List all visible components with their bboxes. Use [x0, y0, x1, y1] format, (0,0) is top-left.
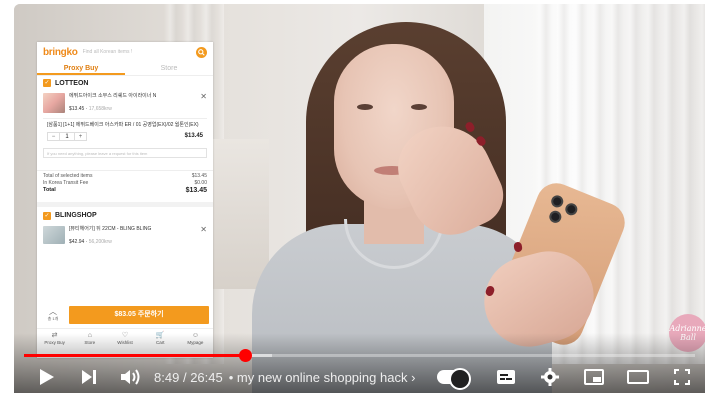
minus-icon[interactable]: − — [48, 133, 59, 140]
subtitles-button[interactable] — [491, 364, 521, 390]
cart-item: 에뛰드아이크 소무스 리쉐드 아이라이너 N $13.45 · 17,658kr… — [37, 90, 213, 116]
phone-camera — [563, 201, 580, 218]
autoplay-toggle[interactable] — [437, 368, 471, 390]
settings-button[interactable] — [535, 364, 565, 390]
search-icon[interactable] — [196, 46, 207, 58]
video-player[interactable]: Adrianne Ball bringko Find all Korean it… — [14, 4, 705, 393]
chapter-title[interactable]: • my new online shopping hack › — [229, 370, 416, 385]
summary-row: In Korea Transit Fee $0.00 — [43, 179, 207, 186]
app-header: bringko Find all Korean items ! — [37, 42, 213, 62]
item-info: [뷰티헤어기] 뒤 22CM - BLING BLING $42.94 · 56… — [69, 226, 196, 245]
miniplayer-button[interactable] — [579, 364, 609, 390]
select-all-toggle[interactable]: ︿ 총 1개 — [41, 308, 65, 322]
request-note-input[interactable]: If you need anything, please leave a req… — [43, 147, 207, 158]
gear-icon — [541, 368, 559, 386]
item-price: $42.94 · 56,200krw — [69, 238, 112, 245]
phone-camera — [547, 209, 564, 225]
tab-proxy-buy[interactable]: Proxy Buy — [37, 62, 125, 75]
mute-button[interactable] — [116, 364, 146, 390]
play-button[interactable] — [32, 364, 62, 390]
shop-header-lotteon[interactable]: ✓ LOTTEON — [37, 76, 213, 90]
time-display: 8:49 / 26:45 — [154, 369, 223, 385]
plus-icon[interactable]: + — [75, 133, 86, 140]
checkbox-icon[interactable]: ✓ — [43, 211, 51, 220]
theater-icon — [627, 370, 649, 384]
subtitles-icon — [497, 370, 515, 384]
next-icon — [82, 370, 96, 384]
bringko-logo: bringko — [43, 46, 78, 58]
tab-store[interactable]: Store — [125, 62, 213, 75]
quantity-value: 1 — [59, 132, 75, 140]
close-icon[interactable]: ✕ — [200, 93, 207, 101]
played-bar — [24, 354, 246, 357]
summary-total: Total $13.45 — [43, 186, 207, 194]
product-thumbnail[interactable] — [43, 225, 65, 244]
option-price: $13.45 — [184, 133, 203, 139]
shop-header-blingshop[interactable]: ✓ BLINGSHOP — [37, 209, 213, 223]
shop-name: BLINGSHOP — [55, 212, 97, 219]
volume-icon — [121, 369, 140, 385]
shop-name: LOTTEON — [55, 79, 89, 87]
right-eye — [411, 104, 427, 110]
item-name[interactable]: 에뛰드아이크 소무스 리쉐드 아이라이너 N — [69, 93, 196, 100]
order-bar: ︿ 총 1개 $83.05 주문하기 — [37, 304, 213, 326]
phone-camera — [549, 193, 566, 210]
order-summary: Total of selected items $13.45 In Korea T… — [37, 169, 213, 196]
cart-item: [뷰티헤어기] 뒤 22CM - BLING BLING $42.94 · 56… — [37, 223, 213, 248]
theater-mode-button[interactable] — [623, 364, 653, 390]
summary-row: Total of selected items $13.45 — [43, 172, 207, 179]
fullscreen-icon — [674, 369, 690, 385]
item-price: $13.45 · 17,658krw — [69, 106, 112, 112]
item-info: 에뛰드아이크 소무스 리쉐드 아이라이너 N $13.45 · 17,658kr… — [69, 93, 196, 112]
product-thumbnail[interactable] — [43, 93, 65, 113]
item-option-box: [삼품1] [1+1] 에뛰드베이크 아스카파 ER / 01 공영업(EX)/… — [43, 118, 207, 144]
close-icon[interactable]: ✕ — [200, 225, 207, 234]
fullscreen-button[interactable] — [667, 364, 697, 390]
app-tabs: Proxy Buy Store — [37, 62, 213, 76]
order-button[interactable]: $83.05 주문하기 — [69, 306, 209, 324]
item-name[interactable]: [뷰티헤어기] 뒤 22CM - BLING BLING — [69, 226, 196, 233]
shopping-app-overlay: bringko Find all Korean items ! Proxy Bu… — [37, 42, 213, 358]
item-option: [삼품1] [1+1] 에뛰드베이크 아스카파 ER / 01 공영업(EX)/… — [47, 122, 199, 128]
chevron-up-icon: ︿ — [49, 307, 57, 316]
search-input[interactable]: Find all Korean items ! — [83, 46, 191, 58]
play-icon — [40, 369, 54, 385]
section-divider — [37, 201, 213, 207]
quantity-row: − 1 + $13.45 — [47, 131, 203, 141]
left-eye — [357, 104, 373, 110]
miniplayer-icon — [584, 369, 604, 385]
progress-bar[interactable] — [24, 349, 695, 362]
quantity-stepper[interactable]: − 1 + — [47, 131, 87, 141]
checkbox-icon[interactable]: ✓ — [43, 79, 51, 87]
player-controls: 8:49 / 26:45 • my new online shopping ha… — [14, 364, 705, 390]
next-button[interactable] — [74, 364, 104, 390]
